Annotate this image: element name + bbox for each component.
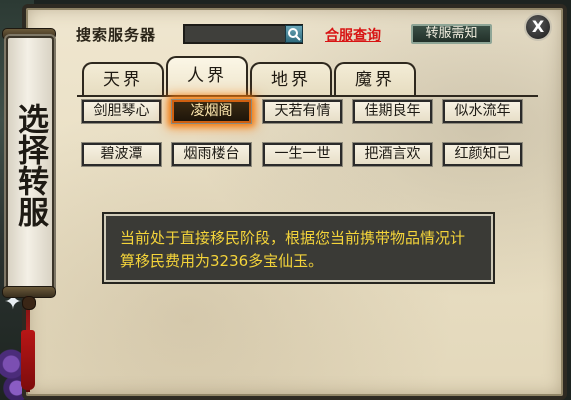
tab-tianjie[interactable]: 天界 xyxy=(82,62,164,96)
title-scroll: 选择转服 xyxy=(6,36,54,292)
server-button-hongyanzhiji[interactable]: 红颜知己 xyxy=(442,142,523,167)
server-button-bibotan[interactable]: 碧波潭 xyxy=(81,142,162,167)
tab-divider xyxy=(77,95,538,97)
tassel-knot xyxy=(22,296,36,310)
search-label: 搜索服务器 xyxy=(76,26,157,44)
server-button-bajiuyanhuan[interactable]: 把酒言欢 xyxy=(352,142,433,167)
server-button-lingyange[interactable]: 凌烟阁 xyxy=(171,99,252,124)
migration-info-box: 当前处于直接移民阶段，根据您当前携带物品情况计算移民费用为3236多宝仙玉。 xyxy=(102,212,495,284)
close-icon: X xyxy=(531,17,545,36)
search-icon xyxy=(288,28,301,41)
server-button-jiandanqinxin[interactable]: 剑胆琴心 xyxy=(81,99,162,124)
tab-renjie[interactable]: 人界 xyxy=(166,56,248,96)
server-button-yanyuloutai[interactable]: 烟雨楼台 xyxy=(171,142,252,167)
search-button[interactable] xyxy=(285,25,303,43)
close-button[interactable]: X xyxy=(524,13,552,41)
server-button-sishuiliunian[interactable]: 似水流年 xyxy=(442,99,523,124)
migration-info-text: 当前处于直接移民阶段，根据您当前携带物品情况计算移民费用为3236多宝仙玉。 xyxy=(120,229,466,270)
tab-dijie[interactable]: 地界 xyxy=(250,62,332,96)
server-button-yishengyishi[interactable]: 一生一世 xyxy=(262,142,343,167)
transfer-notice-button[interactable]: 转服需知 xyxy=(411,24,492,44)
server-button-jiaqiliangnian[interactable]: 佳期良年 xyxy=(352,99,433,124)
tassel xyxy=(21,330,35,390)
server-button-tianruoyouqing[interactable]: 天若有情 xyxy=(262,99,343,124)
merge-query-link[interactable]: 合服查询 xyxy=(325,25,381,45)
tab-mojie[interactable]: 魔界 xyxy=(334,62,416,96)
dialog-title: 选择转服 xyxy=(12,103,48,227)
